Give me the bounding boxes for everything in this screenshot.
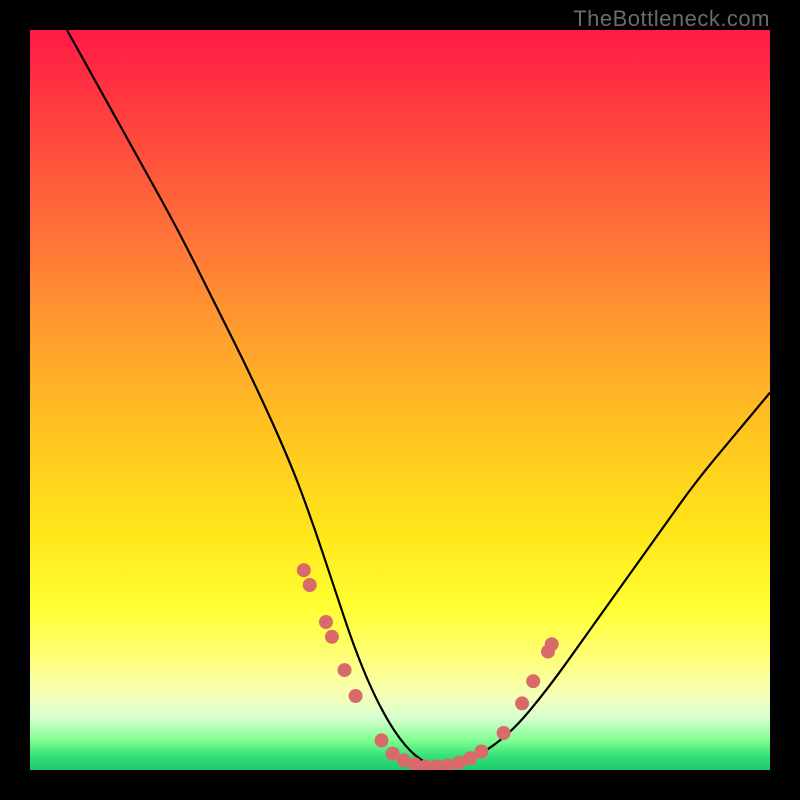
curve-marker <box>297 563 311 577</box>
curve-marker <box>497 726 511 740</box>
curve-marker <box>375 733 389 747</box>
curve-marker <box>474 745 488 759</box>
plot-area <box>30 30 770 770</box>
curve-marker <box>303 578 317 592</box>
curve-marker <box>526 674 540 688</box>
bottleneck-curve <box>67 30 770 765</box>
curve-marker <box>515 696 529 710</box>
curve-layer <box>30 30 770 770</box>
curve-marker <box>319 615 333 629</box>
watermark-text: TheBottleneck.com <box>573 6 770 32</box>
curve-marker <box>349 689 363 703</box>
curve-marker <box>545 637 559 651</box>
chart-frame: TheBottleneck.com <box>0 0 800 800</box>
curve-marker <box>338 663 352 677</box>
curve-marker <box>325 630 339 644</box>
